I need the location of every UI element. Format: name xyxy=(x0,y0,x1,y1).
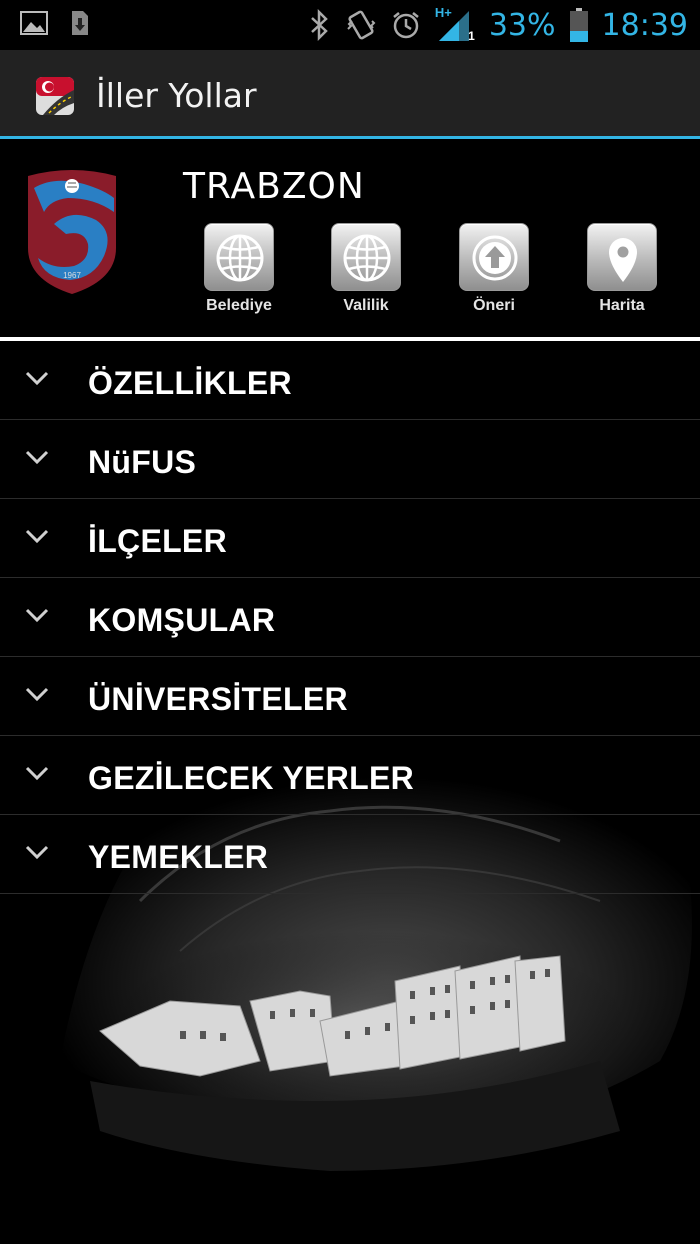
list-item-label: KOMŞULAR xyxy=(88,602,276,638)
harita-label: Harita xyxy=(599,297,645,314)
list-item-gezilecek-yerler[interactable]: GEZİLECEK YERLER xyxy=(0,736,700,815)
map-pin-icon xyxy=(609,238,637,282)
upload-circle-icon xyxy=(472,235,518,281)
chevron-down-icon xyxy=(25,608,49,623)
app-logo-icon[interactable] xyxy=(35,76,75,116)
app-title: İller Yollar xyxy=(96,76,257,115)
city-header: 1967 TRABZON Belediye Valilik Öneri Hari… xyxy=(0,142,700,338)
list-item-label: ÖZELLİKLER xyxy=(88,365,292,401)
chevron-down-icon xyxy=(25,766,49,781)
chevron-down-icon xyxy=(25,371,49,386)
list-item-ozellikler[interactable]: ÖZELLİKLER xyxy=(0,341,700,420)
list-item-label: YEMEKLER xyxy=(88,839,269,875)
belediye-button[interactable]: Belediye xyxy=(189,223,289,315)
gallery-icon xyxy=(20,11,48,35)
trabzonspor-crest-icon: 1967 xyxy=(28,170,116,294)
clock: 18:39 xyxy=(601,7,688,43)
chevron-down-icon xyxy=(25,529,49,544)
chevron-down-icon xyxy=(25,450,49,465)
list-item-label: İLÇELER xyxy=(88,523,227,559)
globe-icon xyxy=(216,234,264,282)
sim-slot-label: 1 xyxy=(468,29,475,43)
vibrate-icon xyxy=(347,10,376,40)
list-item-komsular[interactable]: KOMŞULAR xyxy=(0,578,700,657)
battery-icon xyxy=(569,8,588,42)
bluetooth-icon xyxy=(310,9,328,41)
action-bar: İller Yollar xyxy=(0,50,700,139)
valilik-label: Valilik xyxy=(343,297,389,314)
battery-percent: 33% xyxy=(488,7,556,43)
chevron-down-icon xyxy=(25,845,49,860)
harita-button[interactable]: Harita xyxy=(572,223,672,315)
globe-icon xyxy=(343,234,391,282)
list-item-nufus[interactable]: NüFUS xyxy=(0,420,700,499)
belediye-label: Belediye xyxy=(206,297,272,314)
download-icon xyxy=(72,11,88,35)
list-item-label: ÜNİVERSİTELER xyxy=(88,681,348,717)
alarm-icon xyxy=(393,12,419,39)
category-list: ÖZELLİKLER NüFUS İLÇELER KOMŞULAR ÜNİVER… xyxy=(0,341,700,894)
list-item-universiteler[interactable]: ÜNİVERSİTELER xyxy=(0,657,700,736)
valilik-button[interactable]: Valilik xyxy=(316,223,416,315)
city-name: TRABZON xyxy=(183,166,365,207)
crest-year: 1967 xyxy=(63,271,81,280)
list-item-yemekler[interactable]: YEMEKLER xyxy=(0,815,700,894)
list-item-ilceler[interactable]: İLÇELER xyxy=(0,499,700,578)
list-item-label: GEZİLECEK YERLER xyxy=(88,760,415,796)
oneri-button[interactable]: Öneri xyxy=(444,223,544,315)
status-bar: H+ 1 33% 18:39 xyxy=(0,0,700,50)
signal-icon: H+ 1 xyxy=(435,5,475,43)
chevron-down-icon xyxy=(25,687,49,702)
list-item-label: NüFUS xyxy=(88,444,197,480)
oneri-label: Öneri xyxy=(473,297,515,314)
